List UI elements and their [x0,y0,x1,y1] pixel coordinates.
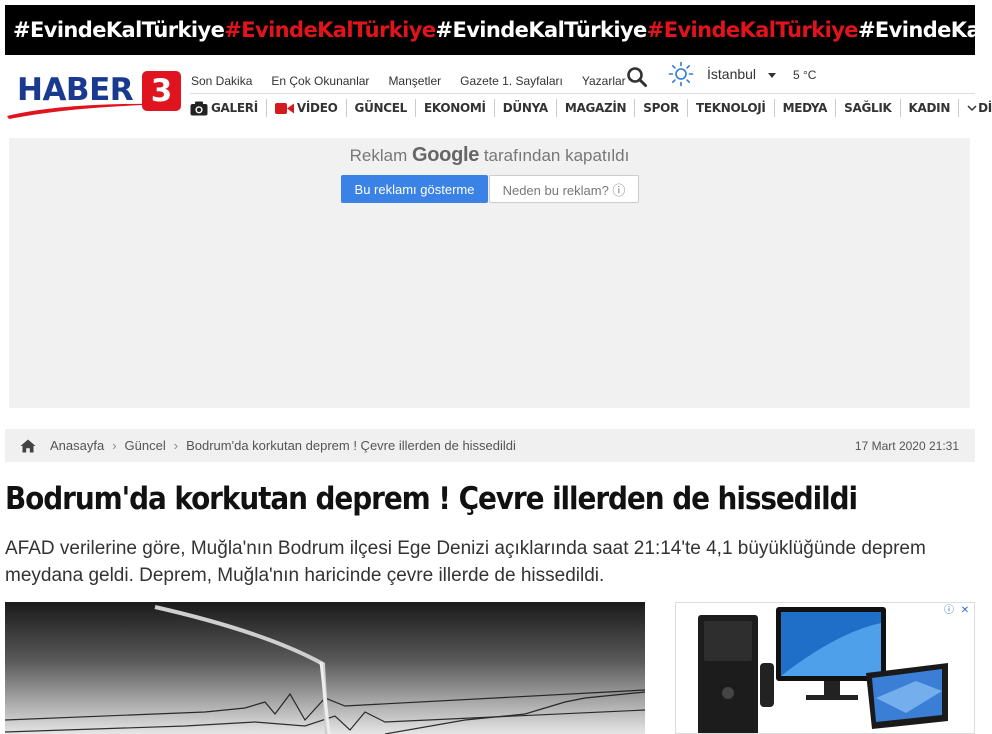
nav-separator [555,99,557,117]
weather-city-select[interactable]: İstanbul [707,66,756,82]
nav-separator [345,99,347,117]
topnav-gazete-sayfalari[interactable]: Gazete 1. Sayfaları [460,74,563,88]
ad-choices[interactable]: ⓘ ✕ [942,604,972,618]
topnav-mansetler[interactable]: Manşetler [388,74,441,88]
logo-swoosh-icon [7,103,177,119]
nav-divider [190,93,975,94]
nav-item-label: DİĞER [978,101,992,115]
main-nav: GALERİ VİDEO GÜNCEL EKONOMİ DÜNYA MAGAZİ… [190,97,992,119]
ad-closed-prefix: Reklam [349,146,408,165]
nav-separator [958,99,960,117]
nav-item-dunya[interactable]: DÜNYA [503,101,548,115]
article-image[interactable] [5,602,645,734]
nav-item-kadin[interactable]: KADIN [909,101,951,115]
breadcrumb-current: Bodrum'da korkutan deprem ! Çevre illerd… [186,438,516,453]
breadcrumb-home[interactable]: Anasayfa [50,438,104,453]
chevron-down-icon [967,105,977,112]
article-summary: AFAD verilerine göre, Muğla'nın Bodrum i… [5,538,926,586]
nav-separator [835,99,837,117]
search-icon[interactable] [626,66,648,88]
nav-item-ekonomi[interactable]: EKONOMİ [424,101,486,115]
site-logo[interactable]: HABER 3 [5,66,183,120]
topnav-son-dakika[interactable]: Son Dakika [191,74,252,88]
banner-tag[interactable]: #EvindeKalTürkiye [647,18,859,42]
article-date: 17 Mart 2020 21:31 [854,438,959,453]
nav-item-spor[interactable]: SPOR [643,101,679,115]
breadcrumb: Anasayfa › Güncel › Bodrum'da korkutan d… [5,429,975,462]
banner-tag[interactable]: #EvindeKalTürkiye [13,18,225,42]
chevron-right-icon: › [112,438,117,453]
nav-separator [493,99,495,117]
google-logo: Google [411,144,480,166]
chevron-right-icon: › [173,438,179,453]
why-this-ad-button[interactable]: Neden bu reklam? ⓘ [489,175,639,203]
top-nav: Son Dakika En Çok Okunanlar Manşetler Ga… [191,73,645,89]
close-icon[interactable]: ✕ [958,604,972,618]
ad-closed-suffix: tarafından kapatıldı [483,146,630,165]
article-title: Bodrum'da korkutan deprem ! Çevre illerd… [5,481,858,517]
nav-separator [773,99,775,117]
banner-tag[interactable]: #EvindeKalTürkiye [224,18,436,42]
nav-item-magazin[interactable]: MAGAZİN [565,101,627,115]
home-icon[interactable] [20,439,36,453]
topnav-en-cok-okunanlar[interactable]: En Çok Okunanlar [271,74,369,88]
nav-separator [265,99,267,117]
nav-item-label: VİDEO [296,101,338,115]
sun-icon [668,61,694,87]
nav-item-label: GALERİ [211,101,258,115]
nav-item-medya[interactable]: MEDYA [783,101,828,115]
banner-tag[interactable]: #EvindeKalTürkiye [435,18,647,42]
nav-separator [686,99,688,117]
chevron-down-icon[interactable] [768,73,776,78]
video-icon [274,102,294,114]
breadcrumb-category[interactable]: Güncel [125,438,166,453]
nav-item-saglik[interactable]: SAĞLIK [844,101,892,115]
camera-icon [190,101,208,115]
nav-separator [899,99,901,117]
nav-item-guncel[interactable]: GÜNCEL [355,101,408,115]
nav-item-diger[interactable]: DİĞER [967,101,992,115]
hide-ad-button[interactable]: Bu reklamı gösterme [341,175,488,203]
topnav-yazarlar[interactable]: Yazarlar [582,74,626,88]
nav-separator [415,99,417,117]
seismograph-image [5,602,645,734]
nav-item-video[interactable]: VİDEO [274,101,338,115]
weather-temperature: 5 °C [793,68,817,82]
hashtag-banner[interactable]: #EvindeKalTürkiye #EvindeKalTürkiye #Evi… [5,5,992,55]
nav-item-galeri[interactable]: GALERİ [190,101,258,116]
info-icon[interactable]: ⓘ [942,604,956,618]
ad-closed-message: Reklam Google tarafından kapatıldı [9,144,970,167]
computer-product-image [698,607,948,733]
side-advertisement[interactable]: ⓘ ✕ [675,602,975,734]
ad-placeholder: Reklam Google tarafından kapatıldı Bu re… [9,138,970,408]
nav-separator [634,99,636,117]
nav-item-teknoloji[interactable]: TEKNOLOJİ [696,101,766,115]
banner-tag[interactable]: #EvindeKalTürkiye [858,18,992,42]
